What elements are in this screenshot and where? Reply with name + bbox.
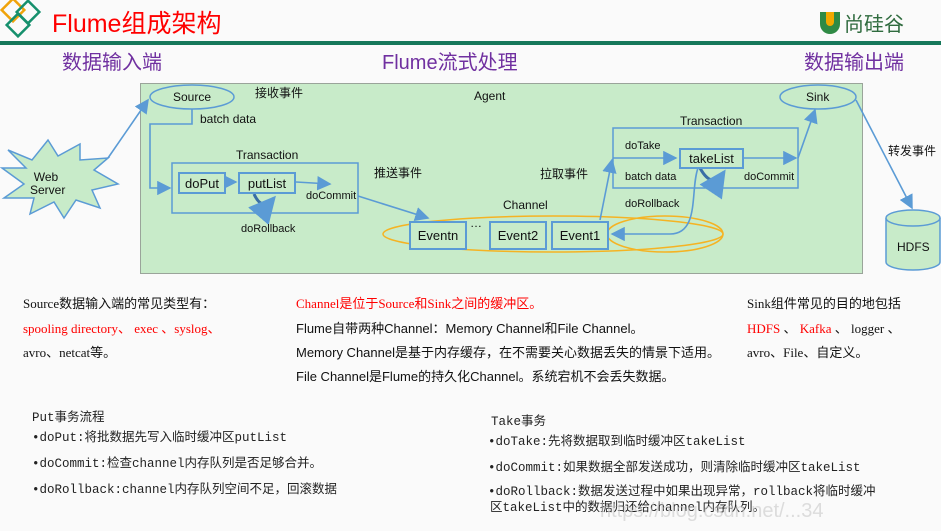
take-notes-item: •doCommit:如果数据全部发送成功，则清除临时缓冲区takeList — [488, 461, 861, 475]
hdfs-label: HDFS — [897, 240, 930, 254]
channel-notes-line: File Channel是Flume的持久化Channel。系统宕机不会丢失数据… — [296, 369, 675, 384]
source-notes-more-types: avro、netcat等。 — [23, 345, 117, 360]
sink-dest-rest: 、 logger 、 — [831, 321, 901, 336]
event-box: Event2 — [489, 221, 547, 250]
put-notes-item: •doRollback:channel内存队列空间不足，回滚数据 — [32, 483, 338, 497]
event-ellipsis: … — [470, 216, 482, 230]
sink-dest-hdfs: HDFS — [747, 321, 781, 336]
receive-event-label: 接收事件 — [255, 86, 304, 100]
arrow-take-sink — [797, 108, 818, 159]
put-list-box: putList — [238, 172, 296, 194]
do-take-label: doTake — [625, 140, 661, 152]
take-do-commit-label: doCommit — [744, 171, 795, 183]
forward-event-label: 转发事件 — [888, 144, 937, 158]
sink-dest-sep: 、 — [780, 321, 800, 336]
source-notes-heading: Source数据输入端的常见类型有： — [23, 296, 216, 311]
source-label: Source — [173, 90, 212, 104]
pull-event-label: 拉取事件 — [540, 167, 589, 181]
source-notes-types: spooling directory、 exec 、syslog、 — [23, 321, 221, 336]
push-event-label: 推送事件 — [374, 166, 423, 180]
arrow-webserver-source — [107, 98, 149, 159]
take-do-rollback-label: doRollback — [625, 198, 680, 210]
do-put-box: doPut — [178, 172, 226, 194]
put-notes-heading: Put事务流程 — [32, 411, 105, 425]
put-notes-item: •doCommit:检查channel内存队列是否足够合并。 — [32, 457, 323, 471]
sink-notes-destinations: HDFS 、 Kafka 、 logger 、 — [747, 318, 901, 337]
take-transaction-label: Transaction — [680, 114, 743, 128]
channel-notes-heading: Channel是位于Source和Sink之间的缓冲区。 — [296, 296, 543, 311]
sink-label: Sink — [806, 90, 830, 104]
web-server-label: Web Server — [30, 171, 66, 197]
take-notes-item: •doTake:先将数据取到临时缓冲区takeList — [488, 435, 746, 449]
channel-notes-line: Memory Channel是基于内存缓存，在不需要关心数据丢失的情景下适用。 — [296, 345, 720, 360]
put-do-commit-label: doCommit — [306, 190, 357, 202]
takelist-rollback-loop-icon — [698, 167, 726, 200]
sink-notes-more: avro、File、自定义。 — [747, 345, 869, 360]
take-notes-heading: Take事务 — [491, 415, 547, 429]
put-notes-item: •doPut:将批数据先写入临时缓冲区putList — [32, 431, 288, 445]
batch-data-in-label: batch data — [200, 112, 257, 126]
web-server-label-line2: Server — [30, 183, 66, 197]
sink-notes-heading: Sink组件常见的目的地包括 — [747, 296, 901, 311]
sink-dest-kafka: Kafka — [799, 321, 832, 336]
put-transaction-label: Transaction — [236, 148, 299, 162]
arrow-channel-take — [599, 158, 617, 221]
putlist-rollback-loop-icon — [248, 193, 276, 226]
watermark: https://blog.csdn.net/...34 — [600, 500, 824, 522]
channel-notes-line: Flume自带两种Channel：Memory Channel和File Cha… — [296, 321, 644, 336]
agent-label: Agent — [474, 89, 506, 103]
take-batch-data-label: batch data — [625, 171, 677, 183]
arrow-commit-channel — [357, 195, 430, 222]
channel-label: Channel — [503, 198, 548, 212]
put-do-rollback-label: doRollback — [241, 223, 296, 235]
event-box: Eventn — [409, 221, 467, 250]
event-box: Event1 — [551, 221, 609, 250]
take-list-box: takeList — [679, 148, 744, 169]
